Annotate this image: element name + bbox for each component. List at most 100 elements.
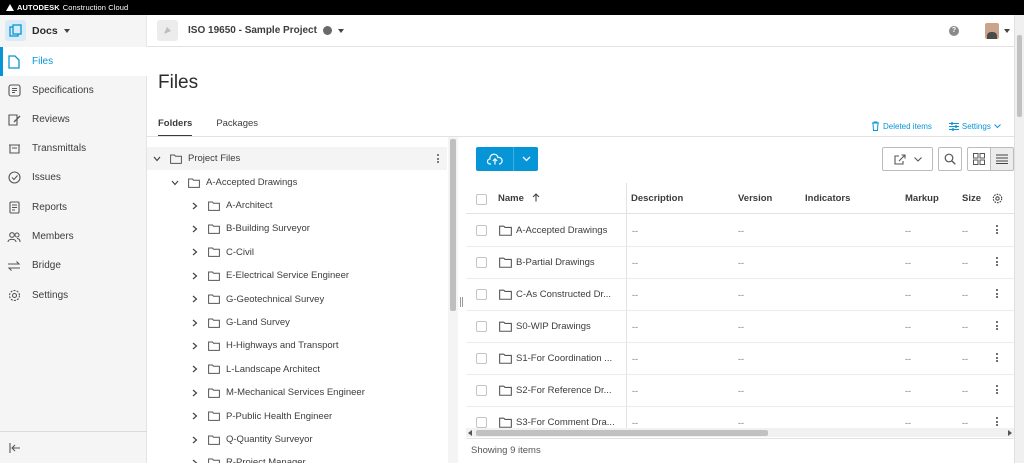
more-options-icon[interactable] [996,321,998,330]
tab-folders[interactable]: Folders [158,118,193,137]
sidebar-item-reviews[interactable]: Reviews [0,105,147,134]
table-horizontal-scrollbar[interactable] [466,428,1014,437]
tree-node[interactable]: L-Landscape Architect [147,358,447,381]
deleted-items-link[interactable]: Deleted items [871,121,932,131]
tree-node-accepted-drawings[interactable]: A-Accepted Drawings [147,171,447,194]
tree-node[interactable]: H-Highways and Transport [147,334,447,357]
chevron-right-icon[interactable] [191,365,199,373]
sidebar-item-transmittals[interactable]: Transmittals [0,134,147,163]
chevron-right-icon[interactable] [191,248,199,256]
chevron-down-icon[interactable] [153,155,161,163]
tree-node[interactable]: C-Civil [147,241,447,264]
panel-resize-handle[interactable] [460,297,463,307]
tree-node[interactable]: B-Building Surveyor [147,217,447,240]
tree-node[interactable]: G-Land Survey [147,311,447,334]
row-checkbox[interactable] [476,321,487,332]
more-options-icon[interactable] [996,289,998,298]
more-options-icon[interactable] [996,417,998,426]
scroll-left-icon[interactable] [468,430,472,436]
sidebar-item-settings[interactable]: Settings [0,281,147,310]
more-options-icon[interactable] [996,257,998,266]
table-row[interactable]: S2-For Reference Dr... -- -- -- -- [466,375,1014,407]
tree-node[interactable]: Q-Quantity Surveyor [147,428,447,451]
column-version[interactable]: Version [738,193,772,204]
settings-link[interactable]: Settings [948,122,1001,131]
tree-node-project-files[interactable]: Project Files [147,147,447,170]
window-scrollbar[interactable] [1014,15,1024,463]
file-name[interactable]: C-As Constructed Dr... [516,289,616,300]
row-checkbox[interactable] [476,385,487,396]
upload-main[interactable] [476,147,514,171]
more-options-icon[interactable] [996,385,998,394]
sidebar-item-issues[interactable]: Issues [0,163,147,192]
row-checkbox[interactable] [476,289,487,300]
chevron-right-icon[interactable] [191,389,199,397]
chevron-right-icon[interactable] [191,459,199,463]
scrollbar-thumb[interactable] [1017,35,1022,117]
table-row[interactable]: B-Partial Drawings -- -- -- -- [466,247,1014,279]
sidebar-item-members[interactable]: Members [0,222,147,251]
table-row[interactable]: C-As Constructed Dr... -- -- -- -- [466,279,1014,311]
file-name[interactable]: S0-WIP Drawings [516,321,616,332]
avatar[interactable] [985,22,999,39]
file-name[interactable]: A-Accepted Drawings [516,225,616,236]
chevron-down-icon[interactable] [171,179,179,187]
more-options-icon[interactable] [996,225,998,234]
chevron-right-icon[interactable] [191,295,199,303]
more-options-icon[interactable] [437,154,439,163]
chevron-right-icon[interactable] [191,436,199,444]
chevron-down-icon[interactable] [1004,28,1010,33]
tree-node[interactable]: G-Geotechnical Survey [147,288,447,311]
chevron-right-icon[interactable] [191,319,199,327]
search-button[interactable] [938,147,962,171]
grid-view-button[interactable] [967,147,991,171]
column-indicators[interactable]: Indicators [805,193,850,204]
row-checkbox[interactable] [476,353,487,364]
column-description[interactable]: Description [631,193,683,204]
sidebar-item-bridge[interactable]: Bridge [0,251,147,280]
chevron-right-icon[interactable] [191,412,199,420]
more-options-icon[interactable] [996,353,998,362]
scrollbar-thumb[interactable] [476,430,768,436]
table-row[interactable]: A-Accepted Drawings -- -- -- -- [466,215,1014,247]
chevron-right-icon[interactable] [191,342,199,350]
upload-button[interactable] [476,147,538,171]
app-switcher[interactable]: Docs [0,14,147,47]
column-markup[interactable]: Markup [905,193,939,204]
file-name[interactable]: B-Partial Drawings [516,257,616,268]
help-icon[interactable]: ? [949,25,959,36]
table-row[interactable]: S0-WIP Drawings -- -- -- -- [466,311,1014,343]
tree-node[interactable]: A-Architect [147,194,447,217]
table-row[interactable]: S3-For Comment Dra... -- -- -- -- [466,407,1014,428]
scroll-right-icon[interactable] [1008,430,1012,436]
scrollbar-thumb[interactable] [450,139,456,311]
sidebar-item-files[interactable]: Files [0,47,147,76]
collapse-sidebar-button[interactable] [0,431,147,463]
file-name[interactable]: S1-For Coordination ... [516,353,616,364]
chevron-right-icon[interactable] [191,202,199,210]
tab-packages[interactable]: Packages [216,118,258,137]
select-all-checkbox[interactable] [476,194,487,205]
export-button[interactable] [882,147,933,171]
sidebar-item-reports[interactable]: Reports [0,193,147,222]
row-checkbox[interactable] [476,257,487,268]
upload-dropdown[interactable] [514,147,538,171]
file-name[interactable]: S2-For Reference Dr... [516,385,616,396]
tree-node[interactable]: P-Public Health Engineer [147,405,447,428]
tree-node[interactable]: R-Project Manager [147,451,447,463]
table-row[interactable]: S1-For Coordination ... -- -- -- -- [466,343,1014,375]
sidebar-item-specifications[interactable]: Specifications [0,76,147,105]
column-size[interactable]: Size [962,193,981,204]
chevron-right-icon[interactable] [191,272,199,280]
file-name[interactable]: S3-For Comment Dra... [516,417,616,428]
chevron-right-icon[interactable] [191,225,199,233]
row-checkbox[interactable] [476,225,487,236]
tree-node[interactable]: M-Mechanical Services Engineer [147,381,447,404]
list-view-button[interactable] [990,147,1014,171]
project-selector[interactable]: ISO 19650 - Sample Project [157,20,344,41]
row-checkbox[interactable] [476,417,487,428]
column-name[interactable]: Name [498,193,540,204]
tree-scrollbar[interactable] [448,137,458,463]
tree-node[interactable]: E-Electrical Service Engineer [147,264,447,287]
column-settings-gear-icon[interactable] [992,193,1003,204]
